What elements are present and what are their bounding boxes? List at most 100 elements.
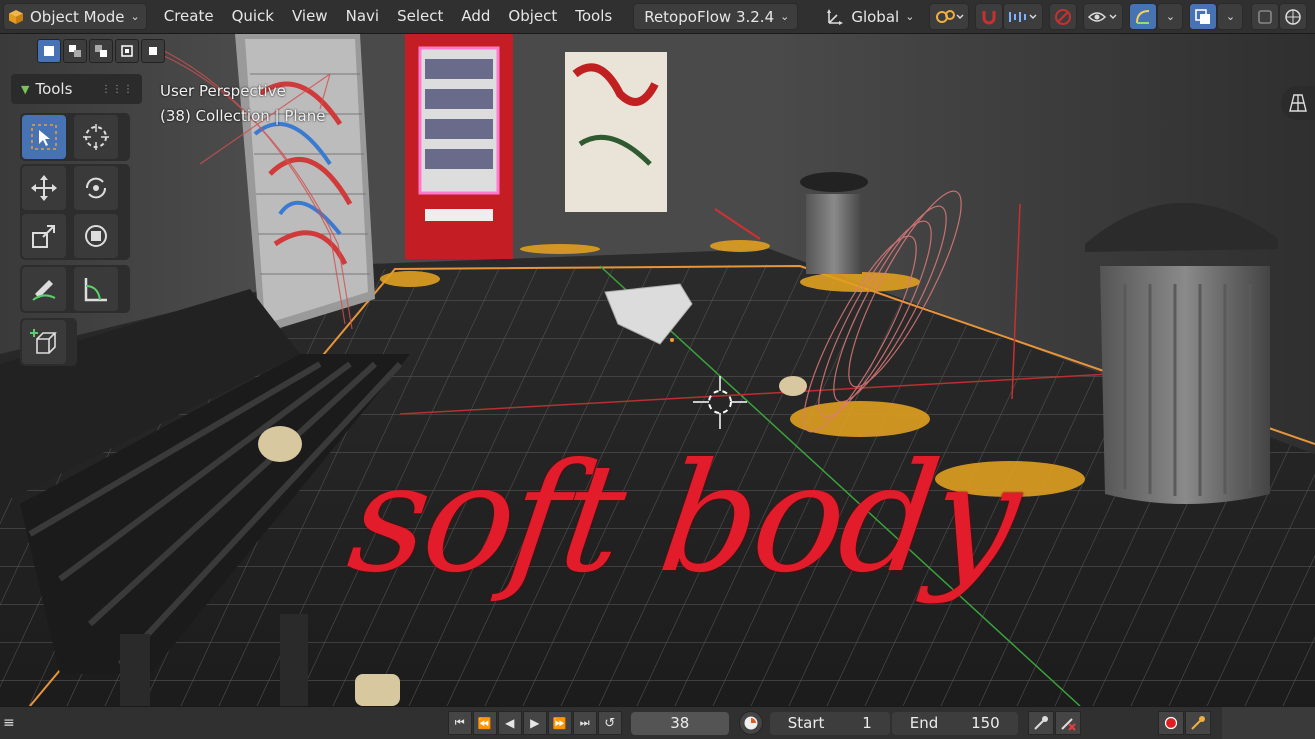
overlay-caption: soft body	[339, 432, 1027, 606]
tools-panel-title: Tools	[35, 80, 73, 98]
tool-select-box[interactable]	[22, 115, 66, 159]
shading-icon	[1285, 8, 1302, 25]
proportional-icon	[1009, 11, 1037, 22]
menu-create[interactable]: Create	[155, 0, 223, 33]
grid-view-toggle[interactable]	[1281, 86, 1315, 120]
next-key-icon: ⏩	[552, 716, 567, 730]
orientation-dropdown[interactable]: Global ⌄	[818, 3, 922, 30]
chevron-down-icon: ⌄	[780, 10, 790, 23]
gizmo-dropdown[interactable]: ⌄	[1157, 3, 1184, 30]
tool-annotate[interactable]	[22, 267, 66, 311]
select-extend-button[interactable]	[63, 39, 87, 63]
cursor-icon	[83, 124, 109, 150]
mode-label: Object Mode	[30, 7, 125, 26]
tool-cursor[interactable]	[74, 115, 118, 159]
snap-toggle[interactable]	[975, 3, 1004, 30]
menu-view[interactable]: View	[283, 0, 337, 33]
rotate-icon	[85, 177, 107, 199]
start-frame-field[interactable]: Start 1	[769, 711, 890, 735]
pivot-button[interactable]	[929, 3, 970, 30]
select-invert-button[interactable]	[115, 39, 139, 63]
select-box-icon	[31, 124, 57, 150]
move-icon	[31, 175, 57, 201]
menu-add[interactable]: Add	[452, 0, 499, 33]
proportional-edit-toggle[interactable]	[1049, 3, 1078, 30]
3d-viewport[interactable]: ▼ Tools ⋮⋮⋮ User Perspective (38) Collec…	[0, 34, 1315, 706]
loop-button[interactable]: ↺	[597, 711, 622, 735]
menu-tools[interactable]: Tools	[566, 0, 621, 33]
visibility-dropdown[interactable]	[1083, 3, 1124, 30]
toolbar-transform-group	[20, 164, 130, 260]
record-button[interactable]	[1157, 711, 1184, 735]
auto-keying-button[interactable]	[1184, 711, 1211, 735]
collapse-triangle-icon: ▼	[21, 82, 30, 96]
drag-grip-icon[interactable]: ⋮⋮⋮	[101, 84, 134, 95]
next-key-button[interactable]: ⏩	[547, 711, 572, 735]
chevron-down-icon: ⌄	[130, 10, 140, 23]
timeline-bar: ≡ ⏮ ⏪ ◀ ▶ ⏩ ⏭ ↺ 38 Start 1 End 150	[0, 706, 1315, 739]
select-new-button[interactable]	[37, 39, 61, 63]
gizmo-icon	[1136, 9, 1150, 24]
tool-rotate[interactable]	[74, 166, 118, 210]
toolbar-annotate-group	[20, 265, 130, 313]
delete-keyframe-button[interactable]	[1054, 711, 1081, 735]
view-name: User Perspective	[160, 82, 286, 100]
tool-transform[interactable]	[74, 214, 118, 258]
select-new-icon	[44, 46, 54, 56]
play-icon: ▶	[530, 716, 540, 730]
menu-navi[interactable]: Navi	[337, 0, 388, 33]
current-frame-value: 38	[670, 714, 690, 732]
xray-toggle[interactable]	[1251, 3, 1280, 30]
preview-range-button[interactable]	[738, 711, 763, 735]
tool-scale[interactable]	[22, 214, 66, 258]
tool-move[interactable]	[22, 166, 66, 210]
shading-wireframe[interactable]	[1279, 3, 1308, 30]
keying-button[interactable]	[1027, 711, 1054, 735]
start-label: Start	[787, 714, 825, 732]
chevron-down-icon: ⌄	[1165, 10, 1176, 23]
play-button[interactable]: ▶	[522, 711, 547, 735]
overlay-icon	[1195, 8, 1211, 24]
retopoflow-label: RetopoFlow 3.2.4	[644, 7, 775, 26]
record-icon	[1164, 716, 1177, 730]
snap-target-dropdown[interactable]	[1003, 3, 1044, 30]
xray-icon	[1258, 9, 1273, 24]
tools-panel-header[interactable]: ▼ Tools ⋮⋮⋮	[11, 74, 142, 104]
tool-add-cube[interactable]	[22, 320, 66, 364]
visibility-icon	[1088, 11, 1117, 22]
chevron-down-icon: ⌄	[1225, 10, 1236, 23]
annotate-icon	[32, 280, 56, 301]
end-frame-field[interactable]: End 150	[891, 711, 1018, 735]
gizmo-toggle[interactable]	[1129, 3, 1158, 30]
keyframe-icon	[1191, 716, 1205, 730]
magnet-icon	[982, 10, 996, 24]
timeline-scrub-area[interactable]	[1221, 707, 1315, 739]
delete-key-icon	[1061, 718, 1076, 731]
axes-icon	[827, 8, 844, 25]
cube-icon	[9, 9, 23, 24]
retopoflow-dropdown[interactable]: RetopoFlow 3.2.4 ⌄	[633, 3, 799, 30]
jump-end-button[interactable]: ⏭	[572, 711, 597, 735]
transform-icon	[85, 225, 107, 247]
start-value: 1	[862, 714, 872, 732]
menu-select[interactable]: Select	[388, 0, 452, 33]
overlay-dropdown[interactable]: ⌄	[1217, 3, 1244, 30]
select-intersect-button[interactable]	[141, 39, 165, 63]
grid-view-icon	[1289, 94, 1307, 112]
prev-key-button[interactable]: ⏪	[472, 711, 497, 735]
menu-object[interactable]: Object	[499, 0, 566, 33]
select-subtract-button[interactable]	[89, 39, 113, 63]
tool-measure[interactable]	[74, 267, 118, 311]
scale-icon	[32, 225, 55, 248]
current-frame-field[interactable]: 38	[630, 711, 729, 735]
mode-dropdown[interactable]: Object Mode ⌄	[3, 3, 147, 30]
toolbar-select-group	[20, 113, 130, 161]
play-reverse-button[interactable]: ◀	[497, 711, 522, 735]
toolbar-add-group	[20, 318, 77, 366]
overlay-toggle[interactable]	[1189, 3, 1218, 30]
menu-quick[interactable]: Quick	[223, 0, 283, 33]
menu-hamburger-icon[interactable]: ≡	[3, 715, 15, 731]
jump-start-button[interactable]: ⏮	[447, 711, 472, 735]
jump-end-icon: ⏭	[579, 716, 590, 729]
select-extend-icon	[69, 45, 81, 57]
